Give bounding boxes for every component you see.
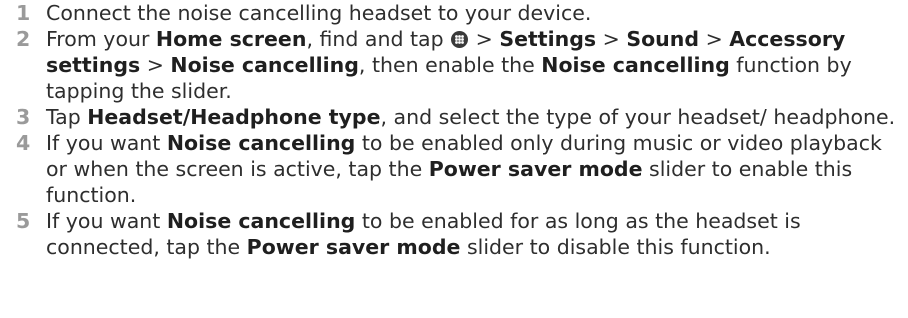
step-text: Connect the noise cancelling headset to … bbox=[46, 0, 908, 26]
power-saver-mode-term: Power saver mode bbox=[428, 157, 643, 181]
step-number: 1 bbox=[16, 1, 31, 25]
step-text: If you want Noise cancelling to be enabl… bbox=[46, 208, 908, 260]
noise-cancelling-term: Noise cancelling bbox=[166, 131, 356, 155]
noise-cancelling-term: Noise cancelling bbox=[166, 209, 356, 233]
step-text: If you want Noise cancelling to be enabl… bbox=[46, 130, 908, 208]
instruction-steps: 1 Connect the noise cancelling headset t… bbox=[0, 0, 908, 260]
step-number: 3 bbox=[16, 105, 31, 129]
step-text-segment: Tap bbox=[46, 105, 88, 129]
step-text: From your Home screen, find and tap > Se… bbox=[46, 26, 908, 104]
step-text-segment: , then enable the bbox=[358, 53, 542, 77]
step-text-segment: slider to disable this function. bbox=[460, 235, 771, 259]
noise-cancelling-term: Noise cancelling bbox=[541, 53, 730, 77]
step-3: 3 Tap Headset/Headphone type, and select… bbox=[0, 104, 908, 130]
step-text-segment: If you want bbox=[46, 131, 167, 155]
step-text-segment: , and select the type of your headset/ h… bbox=[380, 105, 896, 129]
step-text-segment: > bbox=[596, 27, 627, 51]
step-text-segment: If you want bbox=[46, 209, 167, 233]
step-text-segment: > bbox=[699, 27, 730, 51]
step-text: Tap Headset/Headphone type, and select t… bbox=[46, 104, 908, 130]
step-text-segment: > bbox=[469, 27, 500, 51]
sound-term: Sound bbox=[626, 27, 700, 51]
noise-cancelling-term: Noise cancelling bbox=[170, 53, 359, 77]
settings-term: Settings bbox=[499, 27, 597, 51]
step-4: 4 If you want Noise cancelling to be ena… bbox=[0, 130, 908, 208]
headset-type-term: Headset/Headphone type bbox=[87, 105, 381, 129]
step-5: 5 If you want Noise cancelling to be ena… bbox=[0, 208, 908, 260]
step-text-segment: , find and tap bbox=[306, 27, 451, 51]
power-saver-mode-term: Power saver mode bbox=[246, 235, 461, 259]
step-text-segment: > bbox=[140, 53, 171, 77]
step-number: 5 bbox=[16, 209, 31, 233]
step-text-segment: From your bbox=[46, 27, 156, 51]
home-screen-term: Home screen bbox=[155, 27, 307, 51]
step-number: 2 bbox=[16, 27, 31, 51]
step-text-segment: Connect the noise cancelling headset to … bbox=[46, 1, 592, 25]
apps-icon bbox=[451, 31, 469, 48]
step-2: 2 From your Home screen, find and tap > … bbox=[0, 26, 908, 104]
step-number: 4 bbox=[16, 131, 31, 155]
step-1: 1 Connect the noise cancelling headset t… bbox=[0, 0, 908, 26]
